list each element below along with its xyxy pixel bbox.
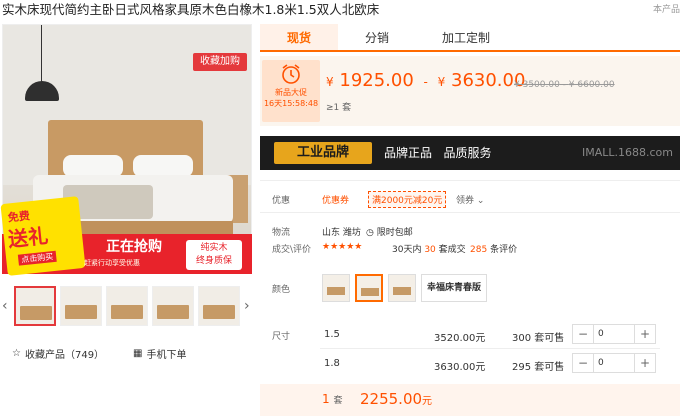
quantity-input[interactable]: 0 xyxy=(593,354,635,372)
color-option-1[interactable] xyxy=(322,274,350,302)
collect-product-button[interactable]: ☆ 收藏产品（749） xyxy=(12,346,104,361)
product-number-label: 本产品 xyxy=(652,5,680,15)
banner-slogans: 品牌正品 品质服务 xyxy=(384,146,492,160)
collect-tag[interactable]: 收藏加购 xyxy=(193,53,247,71)
brand-banner[interactable]: 工业品牌 品牌正品 品质服务 IMALL.1688.com xyxy=(260,136,680,170)
coupon-value-tag[interactable]: 满2000元减20元 xyxy=(368,191,447,208)
gift-sub-text: 点击购买 xyxy=(17,250,57,266)
star-icon: ☆ xyxy=(12,348,21,359)
quantity-stepper-2: − 0 + xyxy=(572,353,656,373)
gift-main-text: 送礼 xyxy=(6,223,50,252)
tab-bar: 现货 分销 加工定制 xyxy=(260,24,680,52)
discount-label: 优惠 xyxy=(272,196,291,206)
thumbnail-4[interactable] xyxy=(152,286,194,326)
clock-icon: ◷ xyxy=(366,228,374,238)
quality-badge: 纯实木 终身质保 xyxy=(186,240,242,270)
free-shipping: ◷ 限时包邮 xyxy=(366,228,413,238)
divider xyxy=(320,348,660,349)
thumbnail-1[interactable] xyxy=(14,286,56,326)
mobile-order-button[interactable]: ▦ 手机下单 xyxy=(133,346,186,361)
tab-distribution[interactable]: 分销 xyxy=(338,24,416,50)
tab-in-stock[interactable]: 现货 xyxy=(260,24,338,50)
rating-stars: ★★★★★ xyxy=(322,242,363,252)
alarm-clock-icon xyxy=(282,64,300,84)
color-option-2[interactable] xyxy=(355,274,383,302)
mobile-label: 手机下单 xyxy=(146,350,187,361)
thumb-next-icon[interactable]: › xyxy=(244,298,250,314)
divider xyxy=(260,212,680,213)
pillow-right xyxy=(133,155,193,177)
get-coupon-button[interactable]: 领券 ⌄ xyxy=(456,193,484,206)
quantity-stepper-1: − 0 + xyxy=(572,324,656,344)
thumbnail-strip: ‹ › xyxy=(2,286,252,330)
deals-count: 30天内 30 套成交 xyxy=(392,245,466,255)
qrcode-icon: ▦ xyxy=(133,348,143,359)
color-option-text[interactable]: 幸福床青春版 xyxy=(421,274,488,302)
pillow-left xyxy=(63,155,123,177)
collect-label: 收藏产品（749） xyxy=(24,350,105,361)
quantity-input[interactable]: 0 xyxy=(593,325,635,343)
order-total-bar: 1 套 2255.00元 xyxy=(260,384,680,416)
price-low: 1925.00 xyxy=(339,70,414,91)
color-label: 颜色 xyxy=(272,285,291,295)
banner-site: IMALL.1688.com xyxy=(582,146,673,159)
coupon-label: 优惠券 xyxy=(322,196,350,206)
original-price: ¥ 3500.00 - ¥ 6600.00 xyxy=(514,80,615,90)
thumbnail-2[interactable] xyxy=(60,286,102,326)
thumb-prev-icon[interactable]: ‹ xyxy=(2,298,8,314)
color-option-3[interactable] xyxy=(388,274,416,302)
total-quantity: 1 套 xyxy=(322,392,343,406)
thumbnail-5[interactable] xyxy=(198,286,240,326)
reviews-count[interactable]: 285 条评价 xyxy=(470,242,517,255)
price-box: 新品大促 16天15:58:48 ¥ 1925.00 - ¥ 3630.00 ¥… xyxy=(260,56,680,126)
gift-badge[interactable]: 免费 送礼 点击购买 xyxy=(0,196,86,276)
countdown-timer: 16天15:58:48 xyxy=(263,99,319,108)
plus-icon[interactable]: + xyxy=(635,354,655,372)
promo-countdown: 新品大促 16天15:58:48 xyxy=(262,60,320,122)
logistics-location: 山东 潍坊 xyxy=(322,228,361,238)
minus-icon[interactable]: − xyxy=(573,325,593,343)
promo-small-text: 赶紧行动享受优惠 xyxy=(84,259,140,267)
records-label: 成交\评价 xyxy=(272,245,312,255)
lamp-cord xyxy=(41,25,42,83)
color-options: 幸福床青春版 xyxy=(322,274,488,302)
total-amount: 2255.00元 xyxy=(360,390,433,408)
thumbnail-3[interactable] xyxy=(106,286,148,326)
minus-icon[interactable]: − xyxy=(573,354,593,372)
divider xyxy=(260,180,680,181)
promo-label: 新品大促 xyxy=(275,88,307,97)
tab-custom[interactable]: 加工定制 xyxy=(416,24,516,50)
logistics-label: 物流 xyxy=(272,228,291,238)
min-order: ≥1 套 xyxy=(326,103,352,113)
plus-icon[interactable]: + xyxy=(635,325,655,343)
product-title: 实木床现代简约主卧日式风格家具原木色白橡木1.8米1.5双人北欧床 xyxy=(2,2,380,17)
badge-line-2: 终身质保 xyxy=(195,256,232,266)
industry-brand-logo: 工业品牌 xyxy=(274,142,372,164)
grab-text: 正在抢购 xyxy=(106,239,162,255)
price-range: ¥ 1925.00 - ¥ 3630.00 xyxy=(326,70,526,91)
badge-line-1: 纯实木 xyxy=(200,243,228,253)
